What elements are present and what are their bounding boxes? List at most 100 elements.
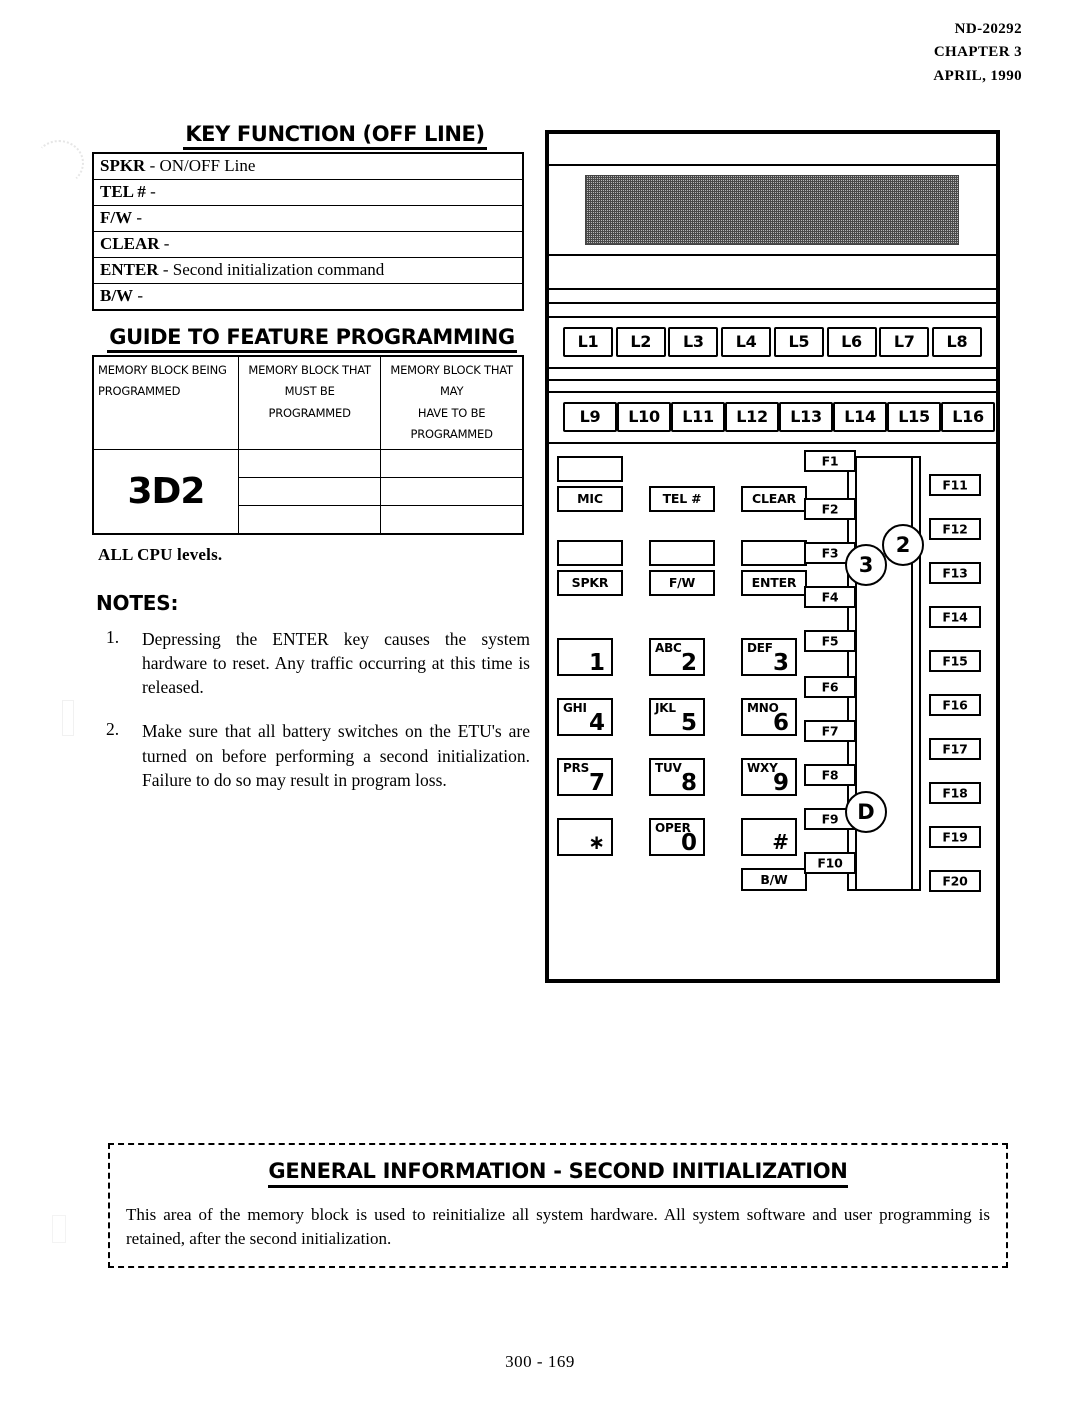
function-key-f11[interactable]: F11: [929, 474, 981, 496]
line-key-l1[interactable]: L1: [563, 327, 613, 357]
line-key-l16[interactable]: L16: [941, 402, 995, 432]
key-desc: -: [136, 208, 143, 227]
function-key-f1-label: F1: [821, 453, 839, 469]
header-line-1: MEMORY BLOCK THAT MAY: [390, 363, 513, 399]
lcd-band: [549, 166, 996, 256]
memory-block-id: 3D2: [92, 449, 239, 535]
dial-key-5-letters: JKL: [655, 701, 676, 715]
page-footer: 300 - 169: [505, 1352, 575, 1371]
key-tel-number[interactable]: TEL #: [649, 486, 715, 512]
dial-key-2-letters: ABC: [655, 641, 682, 655]
function-key-f17-label: F17: [942, 741, 968, 757]
dial-key-5[interactable]: JKL 5: [649, 698, 705, 736]
line-key-row-1: L1 L2 L3 L4 L5 L6 L7 L8: [549, 318, 996, 369]
key-spkr[interactable]: SPKR: [557, 570, 623, 596]
guide-table: MEMORY BLOCK BEING PROGRAMMED MEMORY BLO…: [92, 355, 524, 536]
dial-key-6[interactable]: MNO 6: [741, 698, 797, 736]
dial-key-5-digit: 5: [680, 710, 697, 736]
function-key-f7[interactable]: F7: [804, 720, 856, 742]
function-key-f19[interactable]: F19: [929, 826, 981, 848]
line-key-row-2: L9 L10 L11 L12 L13 L14 L15 L16: [549, 393, 996, 444]
key-desc: - Second initialization command: [162, 260, 385, 279]
dial-key-hash[interactable]: #: [741, 818, 797, 856]
function-key-f20[interactable]: F20: [929, 870, 981, 892]
function-key-f12[interactable]: F12: [929, 518, 981, 540]
table-row: B/W -: [93, 284, 523, 311]
line-key-l11[interactable]: L11: [671, 402, 725, 432]
general-information-title-text: GENERAL INFORMATION - SECOND INITIALIZAT…: [268, 1159, 848, 1188]
header-line-2: MUST BE PROGRAMMED: [268, 384, 351, 420]
key-desc: -: [163, 234, 170, 253]
dial-key-7[interactable]: PRS 7: [557, 758, 613, 796]
line-key-l12[interactable]: L12: [725, 402, 779, 432]
line-key-l5[interactable]: L5: [773, 327, 824, 357]
dial-key-8-digit: 8: [680, 770, 697, 796]
function-key-f6[interactable]: F6: [804, 676, 856, 698]
may-have-to-be-programmed-cell: [380, 505, 524, 535]
line-key-l15[interactable]: L15: [887, 402, 941, 432]
key-tel-number-label: TEL #: [662, 490, 702, 506]
line-key-l14[interactable]: L14: [833, 402, 887, 432]
notes-list: 1. Depressing the ENTER key causes the s…: [92, 627, 530, 792]
dial-key-2-digit: 2: [680, 650, 697, 676]
line-key-l13[interactable]: L13: [779, 402, 833, 432]
panel-band-mid2: [549, 381, 996, 393]
table-header-row: MEMORY BLOCK BEING PROGRAMMED MEMORY BLO…: [92, 355, 524, 451]
function-key-f16-label: F16: [942, 697, 968, 713]
dial-key-9-digit: 9: [772, 770, 789, 796]
key-mic[interactable]: MIC: [557, 486, 623, 512]
dial-key-6-digit: 6: [772, 710, 789, 736]
key-desc: - ON/OFF Line: [149, 156, 256, 175]
function-key-f13[interactable]: F13: [929, 562, 981, 584]
key-function-title: KEY FUNCTION (OFF LINE): [183, 122, 487, 150]
guide-section: GUIDE TO FEATURE PROGRAMMING MEMORY BLOC…: [92, 325, 532, 565]
table-row: ENTER - Second initialization command: [93, 257, 523, 284]
function-key-f1[interactable]: F1: [804, 450, 856, 472]
list-item: 2. Make sure that all battery switches o…: [92, 719, 530, 791]
key-function-title-wrap: KEY FUNCTION (OFF LINE): [138, 122, 532, 150]
dial-key-hash-digit: #: [772, 830, 789, 854]
key-fw[interactable]: F/W: [649, 570, 715, 596]
function-key-f13-label: F13: [942, 565, 968, 581]
function-key-f16[interactable]: F16: [929, 694, 981, 716]
line-key-l7[interactable]: L7: [879, 327, 930, 357]
function-key-f17[interactable]: F17: [929, 738, 981, 760]
panel-band-mid1: [549, 369, 996, 381]
key-desc: -: [150, 182, 156, 201]
function-key-f18[interactable]: F18: [929, 782, 981, 804]
callout-marker-3: 3: [845, 544, 887, 586]
note-text: Make sure that all battery switches on t…: [142, 721, 530, 790]
dial-key-star[interactable]: ∗: [557, 818, 613, 856]
function-key-f14[interactable]: F14: [929, 606, 981, 628]
line-key-l3[interactable]: L3: [668, 327, 719, 357]
line-key-l10[interactable]: L10: [617, 402, 671, 432]
line-key-l9[interactable]: L9: [563, 402, 617, 432]
line-key-l4[interactable]: L4: [721, 327, 772, 357]
function-key-f8[interactable]: F8: [804, 764, 856, 786]
line-key-l2[interactable]: L2: [615, 327, 666, 357]
note-number: 1.: [106, 627, 120, 648]
function-key-f10[interactable]: F10: [804, 852, 856, 874]
function-key-f4[interactable]: F4: [804, 586, 856, 608]
dial-key-3[interactable]: DEF 3: [741, 638, 797, 676]
key-bw[interactable]: B/W: [741, 868, 807, 891]
function-key-f18-label: F18: [942, 785, 968, 801]
function-key-f2[interactable]: F2: [804, 498, 856, 520]
dial-key-0[interactable]: OPER 0: [649, 818, 705, 856]
line-key-l6[interactable]: L6: [826, 327, 877, 357]
dial-key-8[interactable]: TUV 8: [649, 758, 705, 796]
dial-key-9[interactable]: WXY 9: [741, 758, 797, 796]
key-enter[interactable]: ENTER: [741, 570, 807, 596]
key-clear[interactable]: CLEAR: [741, 486, 807, 512]
panel-band-d: [549, 304, 996, 318]
key-fw-label: F/W: [668, 574, 696, 590]
function-key-f4-label: F4: [821, 589, 839, 605]
line-key-l8[interactable]: L8: [931, 327, 982, 357]
dial-key-2[interactable]: ABC 2: [649, 638, 705, 676]
function-key-f12-label: F12: [942, 521, 968, 537]
function-key-f8-label: F8: [821, 767, 839, 783]
function-key-f5[interactable]: F5: [804, 630, 856, 652]
dial-key-4[interactable]: GHI 4: [557, 698, 613, 736]
dial-key-1[interactable]: 1: [557, 638, 613, 676]
function-key-f15[interactable]: F15: [929, 650, 981, 672]
